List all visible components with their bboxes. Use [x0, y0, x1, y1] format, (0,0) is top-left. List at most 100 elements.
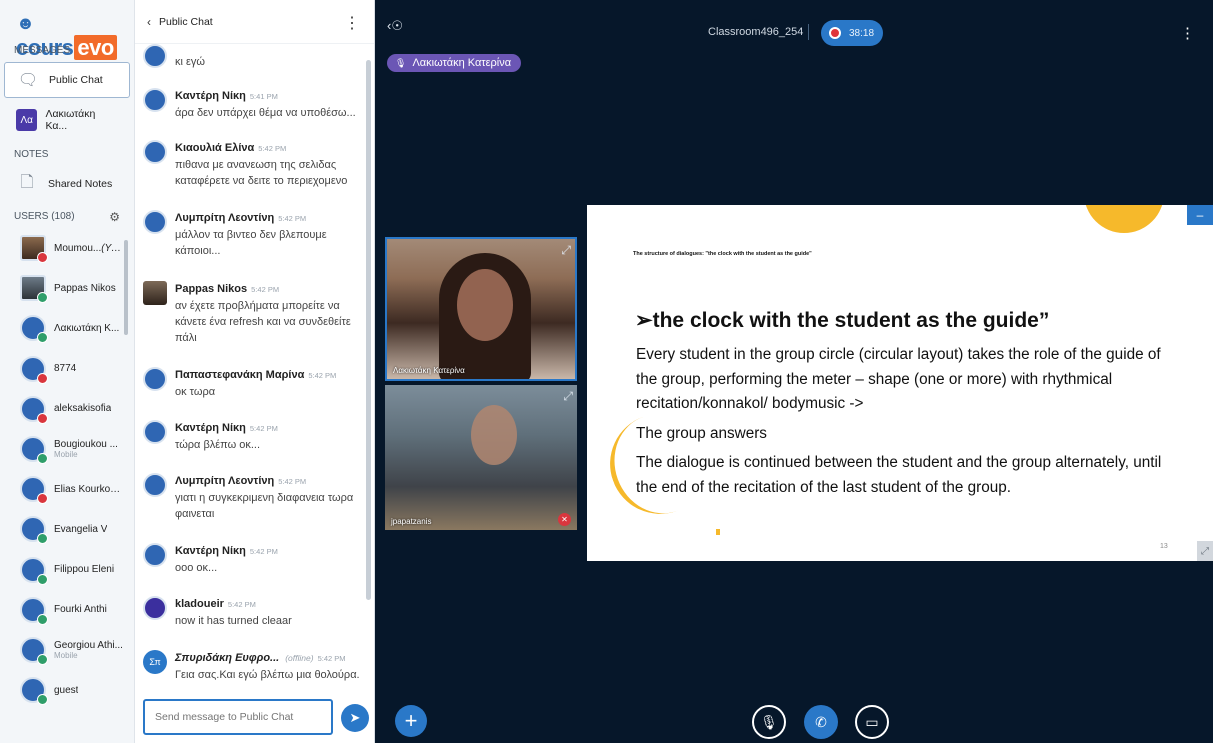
user-list-item[interactable]: aleksakisofia [0, 389, 134, 429]
notes-icon: 🗋 [20, 173, 34, 191]
user-list-item[interactable]: Georgiou Athi... Mobile [0, 630, 134, 670]
status-badge [37, 533, 48, 545]
sidebar-scrollbar[interactable] [124, 240, 128, 335]
user-list-item[interactable]: guest [0, 670, 134, 710]
chat-title[interactable]: Public Chat [159, 16, 213, 28]
user-name: Fourki Anthi [54, 604, 107, 616]
sidebar-item-shared-notes[interactable]: 🗋 Shared Notes [4, 166, 130, 202]
chat-message: Σπ Σπυριδάκη Ευφρο... (offline) 5:42 PM Γε… [143, 650, 367, 683]
message-author: Pappas Nikos [175, 283, 248, 295]
user-list: Moumou...(You) Pappas Nikos Λακιωτάκη Κ.… [0, 228, 134, 710]
fullscreen-icon[interactable]: ⤢ [561, 243, 571, 258]
slide-bullet: Every student in the group circle (circu… [636, 346, 1161, 412]
user-list-item[interactable]: Fourki Anthi [0, 590, 134, 630]
avatar [143, 596, 167, 620]
message-author: kladoueir [175, 598, 224, 610]
chat-message: Λυμπρίτη Λεοντίνη 5:42 PM γιατι η συγκεκρ… [143, 473, 367, 522]
message-body: Σπυριδάκη Ευφρο... (offline) 5:42 PM Γεια … [175, 650, 360, 683]
chat-message: Παπαστεφανάκη Μαρίνα 5:42 PM οκ τωρα [143, 367, 367, 400]
user-list-item[interactable]: Elias Kourkou... [0, 469, 134, 509]
video-tile[interactable]: ⤢ jpapatzanis ✕ [385, 385, 577, 530]
arrow-bullet-icon: ➢ [635, 309, 653, 332]
chat-scrollbar[interactable] [366, 60, 371, 600]
sidebar-item-private-chat[interactable]: Λα Λακιωτάκη Κα... [4, 102, 130, 138]
back-icon[interactable]: ‹ [147, 15, 151, 29]
talking-indicator[interactable]: 🎙 Λακιωτάκη Κατερίνα [387, 54, 522, 72]
user-name: Moumou...(You) [54, 243, 124, 254]
avatar [143, 88, 167, 112]
chat-message: Κιαουλιά Ελίνα 5:42 PM πιθανα με ανανεωση… [143, 140, 367, 189]
user-list-item[interactable]: Filippou Eleni [0, 550, 134, 590]
video-tile[interactable]: ⤢ Λακιωτάκη Κατερίνα [385, 237, 577, 381]
chat-message: Λυμπρίτη Λεοντίνη 5:42 PM μάλλον τα βιντε… [143, 210, 367, 259]
kebab-icon[interactable]: ⋮ [1180, 24, 1195, 42]
message-author: Λυμπρίτη Λεοντίνη [175, 212, 275, 224]
message-text: πιθανα με ανανεωση της σελιδας καταφέρετ… [175, 159, 348, 187]
user-list-icon[interactable]: ‹☉ [387, 18, 403, 34]
sidebar: ☻cours evo MESSAGES 🗨 Public Chat Λα Λακι… [0, 0, 135, 743]
gear-icon[interactable]: ⚙ [109, 206, 120, 228]
leave-audio-button[interactable]: ✆ [804, 705, 838, 739]
user-list-item[interactable]: Bougioukou ... Mobile [0, 429, 134, 469]
fullscreen-icon[interactable]: ⤢ [1197, 541, 1213, 561]
kebab-icon[interactable]: ⋮ [344, 13, 360, 33]
status-badge [37, 412, 48, 424]
user-list-item[interactable]: Moumou...(You) [0, 228, 134, 268]
message-body: Καντέρη Νίκη 5:42 PM οοο οκ... [175, 543, 278, 576]
share-webcam-button[interactable]: ▭ [855, 705, 889, 739]
user-name-text: Moumou... [54, 242, 102, 254]
meeting-area: ‹☉ Classroom496_254 38:18 ⋮ 🎙 Λακιωτάκη … [375, 0, 1213, 743]
message-body: Pappas Nikos 5:42 PM αν έχετε προβλήματα … [175, 281, 367, 346]
sidebar-item-public-chat[interactable]: 🗨 Public Chat [4, 62, 130, 98]
status-badge [37, 372, 48, 384]
record-icon [829, 27, 841, 39]
status-badge [37, 573, 48, 585]
minimize-icon: – [1196, 208, 1204, 222]
message-author: Καντέρη Νίκη [175, 422, 246, 434]
fullscreen-icon[interactable]: ⤢ [563, 389, 573, 404]
avatar [20, 436, 48, 465]
message-author: Καντέρη Νίκη [175, 545, 246, 557]
message-body: Λυμπρίτη Λεοντίνη 5:42 PM μάλλον τα βιντε… [175, 210, 367, 259]
avatar [20, 677, 48, 706]
message-input[interactable] [155, 711, 321, 723]
slide-page-number: 13 [1160, 543, 1168, 550]
user-name: aleksakisofia [54, 403, 112, 415]
slide-decoration [716, 529, 720, 535]
message-body: Παπαστεφανάκη Μαρίνα 5:42 PM οκ τωρα [175, 367, 336, 400]
message-time: 5:42 PM [227, 600, 256, 609]
user-name: Evangelia V [54, 523, 108, 535]
logo[interactable]: ☻cours evo [0, 0, 134, 60]
sidebar-item-label: Λακιωτάκη Κα... [45, 108, 96, 132]
minimize-button[interactable]: – [1187, 205, 1213, 225]
message-text: οοο οκ... [175, 562, 218, 574]
user-list-item[interactable]: Pappas Nikos [0, 268, 134, 308]
add-action-button[interactable]: + [395, 705, 427, 737]
user-name: Pappas Nikos [54, 282, 116, 294]
avatar: Λα [16, 109, 38, 131]
notes-heading-label: NOTES [14, 149, 49, 160]
message-author: Κιαουλιά Ελίνα [175, 142, 255, 154]
user-list-item[interactable]: 8774 [0, 349, 134, 389]
user-name: 8774 [54, 363, 77, 375]
user-name-group: Bougioukou ... Mobile [54, 439, 118, 459]
recording-button[interactable]: 38:18 [821, 20, 883, 46]
message-time: 5:42 PM [258, 144, 287, 153]
send-button[interactable]: ➤ [341, 704, 369, 732]
message-time: 5:42 PM [278, 477, 307, 486]
mute-button[interactable]: 🎙 [752, 705, 786, 739]
user-list-item[interactable]: Λακιωτάκη Κ... [0, 308, 134, 348]
avatar [143, 281, 167, 305]
offline-label: (offline) [285, 653, 314, 663]
avatar [143, 420, 167, 444]
user-list-item[interactable]: Evangelia V [0, 509, 134, 549]
user-name-group: Georgiou Athi... Mobile [54, 640, 123, 660]
chat-message: κι εγώ [143, 44, 367, 70]
chat-message: Καντέρη Νίκη 5:41 PM άρα δεν υπάρχει θέμα… [143, 88, 367, 121]
avatar [143, 44, 167, 68]
recording-time: 38:18 [849, 27, 875, 39]
logo-person-icon: ☻ [16, 13, 35, 33]
message-body: Καντέρη Νίκη 5:41 PM άρα δεν υπάρχει θέμα… [175, 88, 356, 121]
user-device-label: Mobile [54, 450, 78, 460]
user-name: Georgiou Athi... [54, 639, 123, 651]
